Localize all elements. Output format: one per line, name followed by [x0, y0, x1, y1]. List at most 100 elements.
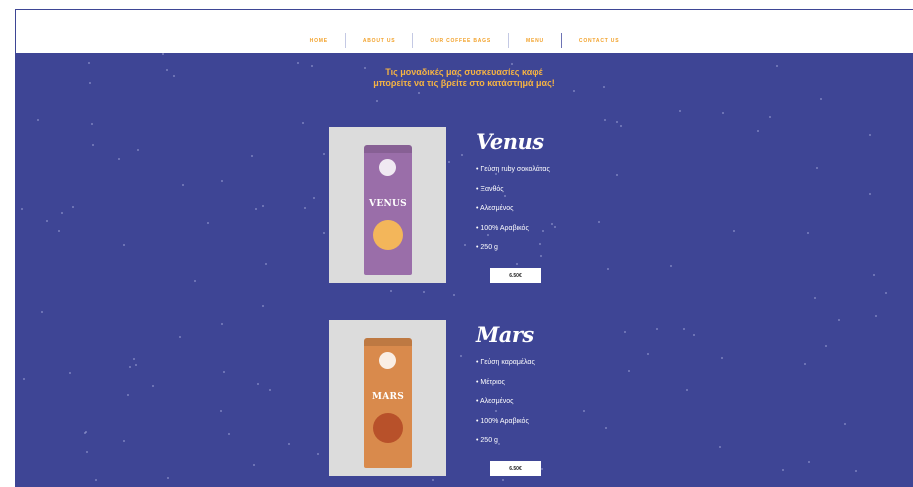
intro-line-2: μπορείτε να τις βρείτε στο κατάστημά μας…: [373, 78, 555, 88]
bag-seal: [364, 145, 412, 153]
star-dot: [167, 476, 170, 479]
star-dot: [136, 149, 139, 152]
nav-home[interactable]: HOME: [293, 38, 345, 44]
star-dot: [152, 385, 155, 388]
product-card-venus: VENUS Venus Γεύση ruby σοκολάτας Ξανθός …: [329, 127, 759, 287]
star-dot: [869, 134, 872, 137]
star-dot: [261, 204, 264, 207]
star-dot: [572, 90, 575, 93]
main-nav: HOME ABOUT US OUR COFFEE BAGS MENU CONTA…: [16, 33, 913, 48]
feature-item: 100% Αραβικός: [476, 417, 535, 437]
star-dot: [134, 364, 137, 367]
feature-item: Γεύση καραμέλας: [476, 358, 534, 378]
star-dot: [193, 279, 196, 282]
star-dot: [126, 394, 129, 397]
coffee-bag-image: VENUS: [364, 145, 412, 275]
star-dot: [837, 319, 840, 322]
star-dot: [83, 431, 86, 434]
star-dot: [323, 152, 326, 155]
star-dot: [72, 205, 75, 208]
feature-item: Αλεσμένος: [476, 204, 550, 224]
star-dot: [814, 297, 817, 300]
star-dot: [94, 478, 97, 481]
star-dot: [207, 222, 210, 225]
coffee-bag-image: MARS: [364, 338, 412, 468]
star-dot: [819, 98, 822, 101]
star-dot: [721, 111, 724, 114]
planet-illustration: [373, 413, 403, 443]
star-dot: [46, 220, 49, 223]
star-dot: [510, 63, 513, 66]
star-dot: [61, 211, 64, 214]
star-dot: [122, 244, 125, 247]
star-dot: [220, 180, 223, 183]
product-title: Venus: [476, 129, 544, 154]
star-dot: [316, 453, 319, 456]
star-dot: [88, 62, 91, 65]
star-dot: [21, 207, 24, 210]
star-dot: [375, 99, 378, 102]
products-section: Τις μοναδικές μας συσκευασίες καφέ μπορε…: [15, 53, 913, 487]
star-dot: [884, 291, 887, 294]
feature-list: Γεύση ruby σοκολάτας Ξανθός Αλεσμένος 10…: [476, 165, 550, 263]
star-dot: [803, 363, 806, 366]
star-dot: [313, 197, 316, 200]
product-photo: MARS: [329, 320, 446, 476]
star-dot: [122, 439, 125, 442]
star-dot: [220, 410, 223, 413]
star-dot: [57, 230, 60, 233]
star-dot: [269, 388, 272, 391]
feature-item: Μέτριος: [476, 378, 535, 398]
star-dot: [262, 304, 265, 307]
star-dot: [228, 433, 231, 436]
star-dot: [264, 262, 267, 265]
star-dot: [69, 371, 72, 374]
star-dot: [843, 422, 846, 425]
feature-item: Αλεσμένος: [476, 397, 535, 417]
nav-about-us[interactable]: ABOUT US: [346, 38, 413, 44]
star-dot: [254, 207, 257, 210]
bag-label: VENUS: [369, 199, 407, 209]
bag-logo: [379, 352, 396, 369]
bag-logo: [379, 159, 396, 176]
star-dot: [36, 119, 39, 122]
star-dot: [322, 232, 325, 235]
star-dot: [868, 192, 871, 195]
feature-list: Γεύση καραμέλας Μέτριος Αλεσμένος 100% Α…: [476, 358, 535, 456]
feature-item: 100% Αραβικός: [476, 224, 550, 244]
price-button[interactable]: 6.50€: [490, 461, 541, 476]
star-dot: [296, 62, 299, 65]
star-dot: [251, 154, 254, 157]
star-dot: [128, 366, 131, 369]
star-dot: [604, 119, 606, 122]
star-dot: [118, 157, 121, 160]
feature-item: 250 g: [476, 436, 535, 456]
star-dot: [807, 231, 810, 234]
bag-seal: [364, 338, 412, 346]
product-card-mars: MARS Mars Γεύση καραμέλας Μέτριος Αλεσμέ…: [329, 320, 759, 480]
star-dot: [453, 294, 456, 297]
star-dot: [220, 323, 223, 326]
nav-contact-us[interactable]: CONTACT US: [562, 38, 636, 44]
nav-menu[interactable]: MENU: [509, 38, 561, 44]
star-dot: [288, 443, 291, 446]
star-dot: [91, 143, 94, 146]
feature-item: Γεύση ruby σοκολάτας: [476, 165, 549, 185]
planet-illustration: [373, 220, 403, 250]
star-dot: [41, 311, 44, 314]
product-photo: VENUS: [329, 127, 446, 283]
star-dot: [91, 123, 94, 126]
star-dot: [874, 314, 877, 317]
star-dot: [301, 121, 304, 124]
feature-item: Ξανθός: [476, 185, 550, 205]
site-header: HOME ABOUT US OUR COFFEE BAGS MENU CONTA…: [15, 10, 913, 53]
nav-our-coffee-bags[interactable]: OUR COFFEE BAGS: [413, 38, 508, 44]
star-dot: [86, 451, 89, 454]
star-dot: [615, 120, 618, 123]
star-dot: [162, 53, 165, 56]
star-dot: [132, 357, 135, 360]
price-button[interactable]: 6.50€: [490, 268, 541, 283]
star-dot: [223, 371, 226, 374]
star-dot: [389, 289, 392, 292]
star-dot: [179, 335, 182, 338]
